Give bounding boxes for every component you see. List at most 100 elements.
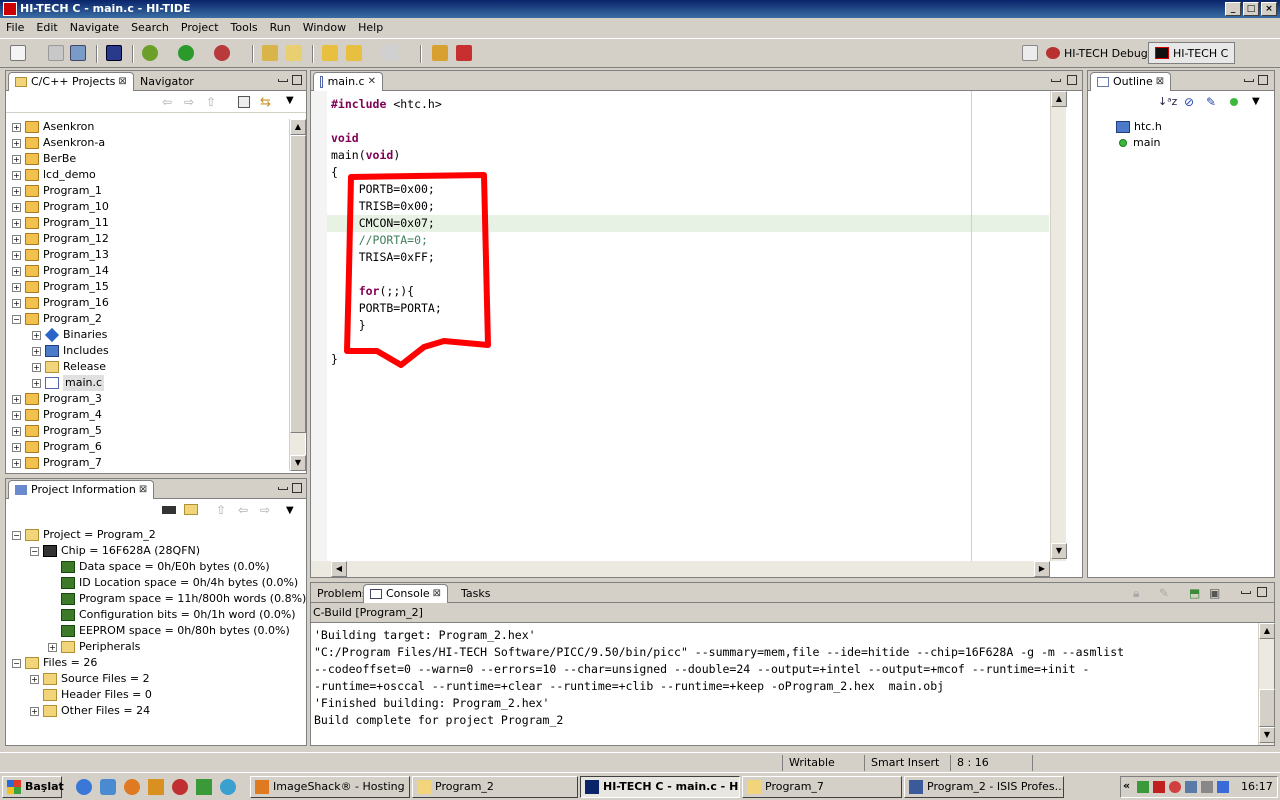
tray-monitor-icon[interactable] bbox=[1217, 781, 1229, 793]
tab-console[interactable]: Console ⊠ bbox=[363, 584, 449, 603]
ie-icon[interactable] bbox=[76, 779, 92, 795]
close-icon[interactable]: ⊠ bbox=[118, 73, 126, 91]
close-icon[interactable]: ⊠ bbox=[139, 481, 147, 499]
minimize-panel-icon[interactable] bbox=[1244, 79, 1254, 82]
open-folder-icon[interactable] bbox=[184, 504, 198, 515]
program-chip-icon[interactable] bbox=[432, 45, 448, 61]
tree-item[interactable]: + Program_3 bbox=[12, 391, 102, 407]
network-icon[interactable] bbox=[220, 779, 236, 795]
expand-toggle-icon[interactable]: + bbox=[12, 410, 21, 420]
tree-item[interactable]: + Program_4 bbox=[12, 407, 102, 423]
menu-file[interactable]: File bbox=[0, 18, 30, 38]
expand-toggle-icon[interactable]: + bbox=[12, 202, 21, 212]
expand-toggle-icon[interactable]: + bbox=[30, 674, 39, 684]
taskbar-task[interactable]: Program_2 bbox=[412, 776, 578, 798]
expand-toggle-icon[interactable]: + bbox=[12, 458, 21, 468]
expand-toggle-icon[interactable]: + bbox=[12, 282, 21, 292]
close-icon[interactable]: ✕ bbox=[368, 73, 376, 91]
open-type-icon[interactable] bbox=[262, 45, 278, 61]
link-editor-icon[interactable]: ⇆ bbox=[260, 95, 271, 110]
hide-static-icon[interactable]: ✎ bbox=[1206, 95, 1216, 109]
tree-item[interactable]: + Program_15 bbox=[12, 279, 109, 295]
perspective-hitech-debug[interactable]: HI-TECH Debug bbox=[1040, 42, 1154, 64]
info-item[interactable]: Configuration bits = 0h/1h word (0.0%) bbox=[48, 607, 296, 623]
back-icon[interactable] bbox=[346, 45, 362, 61]
tray-volume-icon[interactable] bbox=[1201, 781, 1213, 793]
display-console-icon[interactable]: ▣ bbox=[1209, 586, 1220, 600]
minimize-panel-icon[interactable] bbox=[1051, 79, 1061, 82]
tree-item[interactable]: + Asenkron-a bbox=[12, 135, 105, 151]
expand-toggle-icon[interactable]: + bbox=[12, 218, 21, 228]
info-item[interactable]: Data space = 0h/E0h bytes (0.0%) bbox=[48, 559, 270, 575]
last-edit-icon[interactable] bbox=[322, 45, 338, 61]
info-item[interactable]: − Chip = 16F628A (28QFN) bbox=[30, 543, 200, 559]
menu-tools[interactable]: Tools bbox=[225, 18, 264, 38]
info-item[interactable]: Program space = 11h/800h words (0.8%) bbox=[48, 591, 306, 607]
tree-item[interactable]: + Program_5 bbox=[12, 423, 102, 439]
back-nav-icon[interactable]: ⇦ bbox=[162, 95, 172, 109]
view-menu-icon[interactable]: ▼ bbox=[286, 505, 294, 516]
tab-navigator[interactable]: Navigator bbox=[134, 72, 200, 91]
hide-nonpublic-icon[interactable] bbox=[1230, 98, 1238, 106]
expand-toggle-icon[interactable]: + bbox=[12, 138, 21, 148]
expand-toggle-icon[interactable]: + bbox=[12, 234, 21, 244]
expand-toggle-icon[interactable]: + bbox=[32, 346, 41, 356]
expand-toggle-icon[interactable]: + bbox=[12, 250, 21, 260]
pin-console-icon[interactable]: ⬒ bbox=[1189, 586, 1200, 600]
forward-nav-icon[interactable]: ⇨ bbox=[260, 503, 270, 517]
expand-toggle-icon[interactable]: + bbox=[30, 706, 39, 716]
open-perspective-icon[interactable] bbox=[1022, 45, 1038, 61]
expand-toggle-icon[interactable]: + bbox=[12, 298, 21, 308]
outline-item[interactable]: main bbox=[1116, 135, 1160, 151]
maximize-window-button[interactable]: □ bbox=[1243, 2, 1259, 16]
tree-item[interactable]: + Program_11 bbox=[12, 215, 109, 231]
info-item[interactable]: − Project = Program_2 bbox=[12, 527, 156, 543]
tree-item[interactable]: + Binaries bbox=[32, 327, 107, 343]
info-item[interactable]: − Files = 26 bbox=[12, 655, 97, 671]
new-icon[interactable] bbox=[10, 45, 26, 61]
expand-toggle-icon[interactable]: + bbox=[12, 122, 21, 132]
expand-toggle-icon[interactable]: + bbox=[12, 170, 21, 180]
tray-clock[interactable]: 16:17 bbox=[1241, 780, 1273, 793]
info-item[interactable]: Header Files = 0 bbox=[30, 687, 152, 703]
up-nav-icon[interactable]: ⇧ bbox=[216, 503, 226, 517]
maximize-panel-icon[interactable] bbox=[1258, 75, 1268, 85]
maximize-panel-icon[interactable] bbox=[292, 483, 302, 493]
maximize-panel-icon[interactable] bbox=[1257, 587, 1267, 597]
projects-scrollbar[interactable]: ▲ ▼ bbox=[289, 119, 306, 471]
taskbar-task[interactable]: Program_7 bbox=[742, 776, 902, 798]
tab-project-information[interactable]: Project Information ⊠ bbox=[8, 480, 155, 499]
info-item[interactable]: + Peripherals bbox=[48, 639, 140, 655]
expand-toggle-icon[interactable]: − bbox=[30, 546, 39, 556]
minimize-panel-icon[interactable] bbox=[278, 487, 288, 490]
menu-help[interactable]: Help bbox=[352, 18, 389, 38]
expand-toggle-icon[interactable]: + bbox=[12, 442, 21, 452]
info-item[interactable]: + Source Files = 2 bbox=[30, 671, 150, 687]
erase-chip-icon[interactable] bbox=[456, 45, 472, 61]
tree-item[interactable]: + main.c bbox=[32, 375, 105, 391]
close-icon[interactable]: ⊠ bbox=[433, 585, 441, 603]
expand-toggle-icon[interactable]: + bbox=[32, 362, 41, 372]
tree-item[interactable]: + lcd_demo bbox=[12, 167, 96, 183]
taskbar-task[interactable]: HI-TECH C - main.c - H... bbox=[580, 776, 740, 798]
messenger-icon[interactable] bbox=[196, 779, 212, 795]
expand-toggle-icon[interactable]: + bbox=[12, 186, 21, 196]
opera-icon[interactable] bbox=[172, 779, 188, 795]
run-icon[interactable] bbox=[178, 45, 194, 61]
up-nav-icon[interactable]: ⇧ bbox=[206, 95, 216, 109]
tree-item[interactable]: + Program_10 bbox=[12, 199, 109, 215]
maximize-panel-icon[interactable] bbox=[292, 75, 302, 85]
close-icon[interactable]: ⊠ bbox=[1156, 73, 1164, 91]
console-scrollbar[interactable]: ▲ ▼ bbox=[1258, 623, 1275, 745]
tray-network-icon[interactable] bbox=[1137, 781, 1149, 793]
search-icon[interactable] bbox=[286, 45, 302, 61]
info-item[interactable]: EEPROM space = 0h/80h bytes (0.0%) bbox=[48, 623, 290, 639]
view-menu-icon[interactable]: ▼ bbox=[1252, 96, 1260, 107]
expand-toggle-icon[interactable]: + bbox=[32, 378, 41, 388]
editor-hscrollbar[interactable]: ◀ ▶ bbox=[311, 561, 1050, 577]
expand-toggle-icon[interactable]: + bbox=[48, 642, 57, 652]
taskbar-task[interactable]: Program_2 - ISIS Profes... bbox=[904, 776, 1064, 798]
outline-item[interactable]: htc.h bbox=[1116, 119, 1162, 135]
minimize-panel-icon[interactable] bbox=[1241, 591, 1251, 594]
menu-project[interactable]: Project bbox=[175, 18, 225, 38]
